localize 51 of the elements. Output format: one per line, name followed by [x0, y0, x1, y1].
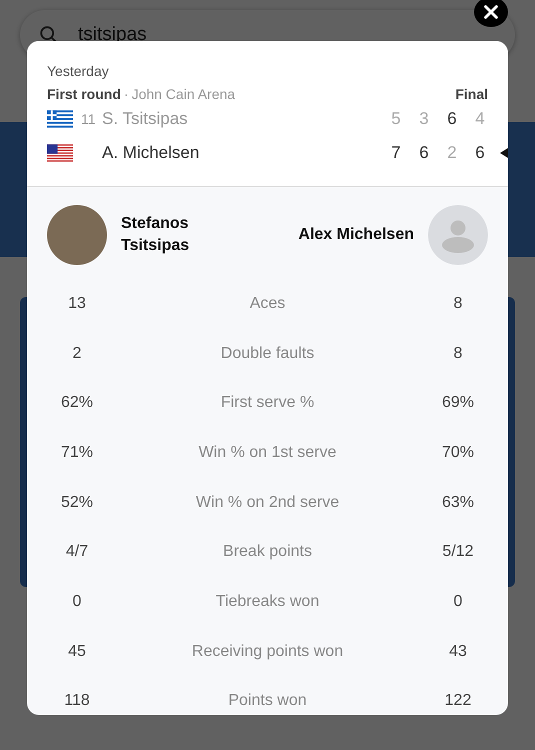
stat-value: 43 [448, 642, 468, 661]
stat-value: 8 [452, 344, 464, 363]
stat-value: 2 [72, 344, 82, 363]
stat-label: Receiving points won [190, 642, 344, 661]
set-score: 6 [418, 143, 430, 163]
stat-value: 69% [440, 394, 476, 412]
stat-value: 70% [440, 444, 476, 462]
round-label: First round [47, 86, 121, 102]
close-icon [482, 3, 500, 21]
stat-label: Double faults [220, 344, 316, 363]
set-score: 2 [446, 143, 458, 163]
stat-value: 122 [444, 692, 472, 710]
avatar-icon [428, 205, 488, 265]
stat-value: 0 [72, 592, 82, 611]
set-score: 6 [446, 109, 458, 129]
stat-label: Points won [227, 692, 308, 710]
stat-value: 63% [440, 494, 476, 512]
stat-label: Aces [248, 294, 286, 313]
separator-dot: · [124, 86, 129, 102]
stat-label: First serve % [220, 394, 316, 412]
match-date: Yesterday [47, 63, 110, 79]
player-name: A. Michelsen [102, 143, 200, 163]
close-button[interactable] [474, 0, 508, 27]
stat-label: Win % on 2nd serve [194, 494, 340, 512]
stat-value: 4/7 [64, 543, 90, 562]
set-score: 5 [390, 109, 402, 129]
venue-label: John Cain Arena [132, 86, 236, 102]
player-full-name: Stefanos Tsitsipas [121, 214, 190, 256]
stat-value: 8 [452, 294, 464, 313]
player-full-name: Alex Michelsen [298, 225, 414, 246]
stat-value: 0 [452, 592, 464, 611]
set-score: 4 [474, 109, 486, 129]
stat-label: Tiebreaks won [214, 592, 320, 611]
stat-value: 5/12 [441, 543, 475, 562]
stat-value: 71% [60, 444, 94, 462]
set-score: 7 [390, 143, 402, 163]
winner-arrow-icon [500, 148, 508, 158]
set-score: 6 [474, 143, 486, 163]
match-status: Final [455, 86, 488, 102]
set-score: 3 [418, 109, 430, 129]
stat-value: 13 [67, 294, 87, 313]
stat-value: 45 [67, 642, 87, 661]
stat-value: 62% [60, 394, 94, 412]
flag-icon [47, 144, 73, 162]
stat-value: 52% [60, 494, 94, 512]
stat-value: 118 [63, 692, 91, 710]
flag-icon [47, 110, 73, 128]
stat-label: Break points [222, 543, 313, 562]
player-name: S. Tsitsipas [102, 109, 188, 129]
stat-label: Win % on 1st serve [198, 444, 338, 462]
seed-number: 11 [81, 111, 96, 127]
